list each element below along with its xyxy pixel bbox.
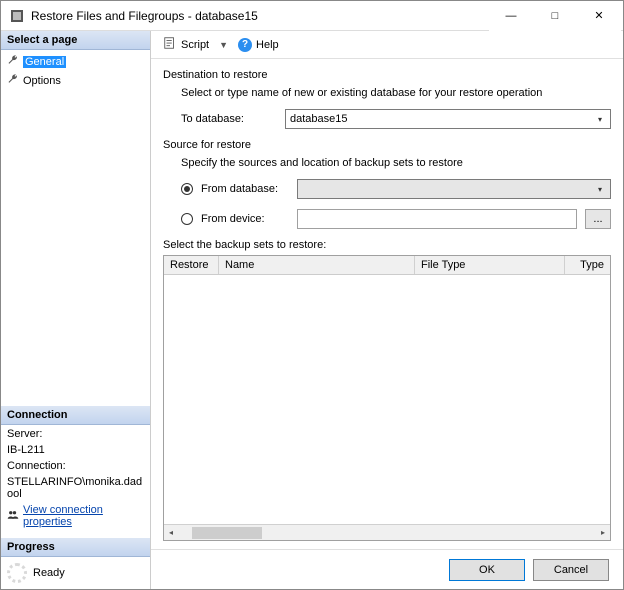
backup-sets-section: Select the backup sets to restore: Resto… (163, 239, 611, 541)
people-icon (7, 509, 19, 524)
wrench-icon (7, 73, 19, 88)
dialog-footer: OK Cancel (151, 549, 623, 589)
destination-section-title: Destination to restore (163, 69, 611, 81)
help-label: Help (256, 39, 279, 51)
app-icon (9, 8, 25, 24)
scroll-right-arrow[interactable]: ▸ (596, 526, 610, 540)
script-icon (163, 36, 177, 53)
dialog-window: Restore Files and Filegroups - database1… (0, 0, 624, 590)
titlebar: Restore Files and Filegroups - database1… (1, 1, 623, 31)
browse-device-button[interactable]: ... (585, 209, 611, 229)
destination-section-desc: Select or type name of new or existing d… (181, 87, 611, 99)
from-database-row: From database: ▾ (181, 179, 611, 199)
progress-header: Progress (1, 538, 150, 557)
server-value: IB-L211 (7, 444, 144, 456)
page-list: General Options (1, 50, 150, 92)
from-device-label: From device: (201, 213, 289, 225)
column-name[interactable]: Name (219, 256, 415, 274)
column-filetype[interactable]: File Type (415, 256, 565, 274)
help-icon: ? (238, 38, 252, 52)
toolbar: Script ▼ ? Help (151, 31, 623, 59)
cancel-button[interactable]: Cancel (533, 559, 609, 581)
column-type[interactable]: Type (565, 256, 610, 274)
sidebar-item-general[interactable]: General (1, 52, 150, 71)
main-panel: Script ▼ ? Help Destination to restore S… (151, 31, 623, 589)
select-page-header: Select a page (1, 31, 150, 50)
sidebar-item-label: Options (23, 75, 61, 87)
from-database-label: From database: (201, 183, 289, 195)
script-label: Script (181, 39, 209, 51)
sidebar: Select a page General Options Connection… (1, 31, 151, 589)
from-database-radio[interactable] (181, 183, 193, 195)
grid-body (164, 275, 610, 524)
maximize-button[interactable]: □ (533, 1, 577, 31)
connection-value: STELLARINFO\monika.dadool (7, 476, 144, 500)
connection-label: Connection: (7, 460, 144, 472)
wrench-icon (7, 54, 19, 69)
from-database-combo[interactable]: ▾ (297, 179, 611, 199)
to-database-combo[interactable]: database15 ▾ (285, 109, 611, 129)
minimize-button[interactable]: — (489, 1, 533, 31)
sidebar-item-label: General (23, 56, 66, 68)
close-button[interactable]: ✕ (577, 1, 621, 31)
from-device-radio[interactable] (181, 213, 193, 225)
ok-button[interactable]: OK (449, 559, 525, 581)
connection-header: Connection (1, 406, 150, 425)
column-restore[interactable]: Restore (164, 256, 219, 274)
content-area: Destination to restore Select or type na… (151, 59, 623, 549)
window-title: Restore Files and Filegroups - database1… (31, 9, 489, 23)
progress-status-text: Ready (33, 567, 65, 579)
grid-header: Restore Name File Type Type (164, 256, 610, 275)
backup-sets-grid[interactable]: Restore Name File Type Type ◂ ▸ (163, 255, 611, 541)
chevron-down-icon: ▾ (592, 112, 608, 126)
server-label: Server: (7, 428, 144, 440)
from-device-row: From device: ... (181, 209, 611, 229)
source-section-desc: Specify the sources and location of back… (181, 157, 611, 169)
dialog-body: Select a page General Options Connection… (1, 31, 623, 589)
source-section-title: Source for restore (163, 139, 611, 151)
help-button[interactable]: ? Help (234, 36, 283, 54)
window-controls: — □ ✕ (489, 1, 621, 31)
scroll-thumb[interactable] (192, 527, 262, 539)
from-device-textbox[interactable] (297, 209, 577, 229)
to-database-label: To database: (181, 113, 277, 125)
chevron-down-icon: ▾ (592, 182, 608, 196)
ellipsis-icon: ... (593, 213, 602, 225)
script-button[interactable]: Script (159, 34, 213, 55)
view-connection-properties-link[interactable]: View connection properties (7, 504, 144, 528)
spinner-icon (7, 563, 27, 583)
dropdown-arrow-icon[interactable]: ▼ (217, 40, 230, 50)
horizontal-scrollbar[interactable]: ◂ ▸ (164, 524, 610, 540)
progress-status-row: Ready (1, 557, 150, 589)
connection-section: Server: IB-L211 Connection: STELLARINFO\… (1, 425, 150, 538)
to-database-row: To database: database15 ▾ (181, 109, 611, 129)
backup-sets-label: Select the backup sets to restore: (163, 239, 611, 251)
view-connection-properties-label: View connection properties (23, 504, 144, 528)
to-database-value: database15 (290, 113, 348, 125)
scroll-left-arrow[interactable]: ◂ (164, 526, 178, 540)
sidebar-item-options[interactable]: Options (1, 71, 150, 90)
